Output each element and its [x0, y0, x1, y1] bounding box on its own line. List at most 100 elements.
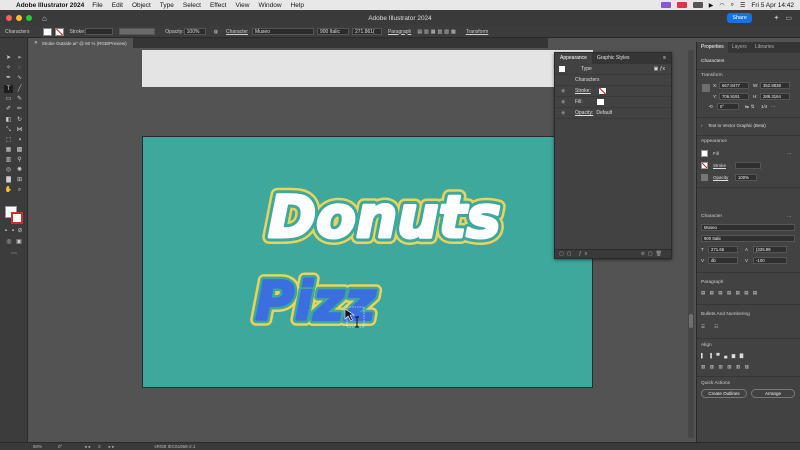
paragraph-align-icons[interactable]: ▤▤▤▤▤▤▤: [701, 290, 762, 296]
bullets-icons[interactable]: ☰ ☷: [701, 324, 722, 330]
pencil-tool-icon[interactable]: ✏: [15, 105, 24, 113]
lasso-icon[interactable]: ◌: [15, 64, 24, 72]
type-tool-icon[interactable]: T: [4, 85, 13, 93]
free-transform-icon[interactable]: ⬚: [4, 136, 13, 144]
recording-icon[interactable]: [676, 2, 687, 8]
donuts-text-art[interactable]: Donuts Donuts Donuts: [261, 176, 508, 258]
zoom-level[interactable]: 50%: [33, 444, 42, 449]
artboard-above[interactable]: [142, 50, 593, 87]
stroke-color-swatch[interactable]: [11, 212, 23, 224]
artboard-number[interactable]: 2: [98, 444, 101, 449]
visibility-eye-icon[interactable]: ◉: [561, 88, 571, 94]
line-tool-icon[interactable]: ╱: [15, 85, 24, 93]
menu-select[interactable]: Select: [183, 2, 201, 9]
pen-tool-icon[interactable]: ✒: [4, 74, 13, 82]
appearance-opacity-row[interactable]: ◉ Opacity: Default: [555, 108, 671, 119]
flip-icons[interactable]: ⇆⇅: [745, 104, 757, 110]
pizza-text-art[interactable]: Pizz Pizz Pizz: [249, 264, 383, 339]
props-opacity-field[interactable]: 100%: [735, 174, 757, 181]
wifi-icon[interactable]: ◠: [719, 2, 724, 9]
arrange-documents-icon[interactable]: ▭: [785, 14, 792, 22]
h-field[interactable]: 289.3164: [760, 93, 790, 100]
menu-window[interactable]: Window: [258, 2, 281, 9]
appearance-stroke-row[interactable]: ◉ Stroke:: [555, 86, 671, 97]
panel-menu-icon[interactable]: ≡: [658, 53, 671, 64]
w-field[interactable]: 352.8838: [760, 82, 790, 89]
minimize-window-button[interactable]: [16, 15, 22, 21]
create-outlines-button[interactable]: Create Outlines: [701, 389, 747, 398]
tab-graphic-styles[interactable]: Graphic Styles: [592, 53, 635, 64]
width-tool-icon[interactable]: ⋈: [15, 126, 24, 134]
shaper-tool-icon[interactable]: ✐: [4, 105, 13, 113]
play-icon[interactable]: ▶: [709, 2, 714, 9]
appearance-stroke-label[interactable]: Stroke:: [575, 88, 591, 94]
discover-icon[interactable]: ✦: [774, 14, 780, 22]
font-family-field[interactable]: Museo: [251, 28, 314, 35]
align-icons[interactable]: ▤▥▦▧▨▩: [417, 29, 457, 35]
curvature-tool-icon[interactable]: ∿: [15, 74, 24, 82]
menu-file[interactable]: File: [92, 2, 102, 9]
angle-field[interactable]: 0°: [717, 103, 739, 110]
text-to-vector-link[interactable]: Text to Vector Graphic (Beta): [708, 123, 766, 128]
tab-properties[interactable]: Properties: [697, 42, 728, 53]
more-options-icon[interactable]: ⋯: [771, 104, 776, 110]
props-stroke-weight[interactable]: [735, 162, 761, 169]
blend-tool-icon[interactable]: ◎: [4, 166, 13, 174]
props-leading[interactable]: (325.99: [753, 246, 787, 253]
footer-icons[interactable]: ▢▢ ƒx: [559, 251, 590, 257]
distribute-icons[interactable]: ▥▥▥▥▥▥: [701, 364, 754, 370]
zoom-tool-icon[interactable]: ⌕: [15, 186, 24, 194]
reference-point-icon[interactable]: [702, 84, 710, 92]
props-fill-swatch[interactable]: [701, 150, 708, 157]
symbol-sprayer-icon[interactable]: ✺: [15, 166, 24, 174]
magic-wand-icon[interactable]: ✧: [4, 64, 13, 72]
artboard-tool-icon[interactable]: ⊞: [15, 176, 24, 184]
eraser-tool-icon[interactable]: ◧: [4, 116, 13, 124]
display-icon[interactable]: [692, 2, 703, 8]
props-opacity-label[interactable]: Opacity: [713, 175, 728, 180]
close-window-button[interactable]: [6, 15, 12, 21]
draw-mode-icon[interactable]: ◎: [5, 238, 13, 246]
menubar-clock[interactable]: Fri 5 Apr 14:42: [751, 2, 794, 9]
tab-libraries[interactable]: Libraries: [751, 42, 778, 53]
footer-right-icons[interactable]: ⊘▢🗑: [641, 251, 665, 257]
y-field[interactable]: 706.9191: [719, 93, 749, 100]
gradient-mode-icon[interactable]: ▪: [10, 227, 16, 235]
artboard-nav-next[interactable]: ▸ ▸: [109, 444, 115, 450]
variable-width-profile[interactable]: [119, 28, 156, 35]
font-size-field[interactable]: 271.861(: [351, 28, 382, 35]
rotation-value[interactable]: 0°: [58, 444, 62, 449]
props-tracking[interactable]: -100: [753, 257, 787, 264]
paintbrush-icon[interactable]: ✎: [15, 95, 24, 103]
status-app-icon[interactable]: [660, 2, 671, 8]
visibility-eye-icon[interactable]: ◉: [561, 99, 571, 105]
character-link[interactable]: Character: [226, 29, 248, 35]
props-stroke-swatch[interactable]: [701, 162, 708, 169]
paragraph-link[interactable]: Paragraph: [388, 29, 411, 35]
vertical-scrollbar[interactable]: [688, 50, 694, 438]
appearance-stroke-swatch[interactable]: [598, 88, 606, 94]
appearance-characters-row[interactable]: Characters: [555, 75, 671, 86]
control-center-icon[interactable]: ☰: [740, 2, 745, 9]
vertical-scroll-thumb[interactable]: [689, 314, 693, 328]
artboard-nav-prev[interactable]: ◂ ◂: [84, 444, 90, 450]
recolor-icon[interactable]: ◍: [214, 29, 218, 35]
props-stroke-label[interactable]: Stroke: [713, 163, 726, 168]
share-button[interactable]: Share: [727, 13, 752, 23]
font-style-field[interactable]: 900 Italic: [316, 28, 349, 35]
fill-mode-icon[interactable]: ▪: [3, 227, 9, 235]
rotate-tool-icon[interactable]: ↻: [15, 116, 24, 124]
hand-tool-icon[interactable]: ✋: [4, 186, 13, 194]
appearance-fill-swatch[interactable]: [596, 99, 604, 105]
maximize-window-button[interactable]: [26, 15, 32, 21]
home-icon[interactable]: ⌂: [42, 14, 47, 23]
stroke-swatch[interactable]: [55, 27, 65, 36]
x-field[interactable]: 667.8477: [719, 82, 749, 89]
menu-type[interactable]: Type: [160, 2, 174, 9]
menu-view[interactable]: View: [235, 2, 249, 9]
visibility-eye-icon[interactable]: ◉: [561, 110, 571, 116]
search-icon[interactable]: ⌕: [731, 2, 734, 9]
mesh-tool-icon[interactable]: ▩: [15, 146, 24, 154]
menu-help[interactable]: Help: [291, 2, 304, 9]
arrange-button[interactable]: Arrange: [751, 389, 795, 398]
